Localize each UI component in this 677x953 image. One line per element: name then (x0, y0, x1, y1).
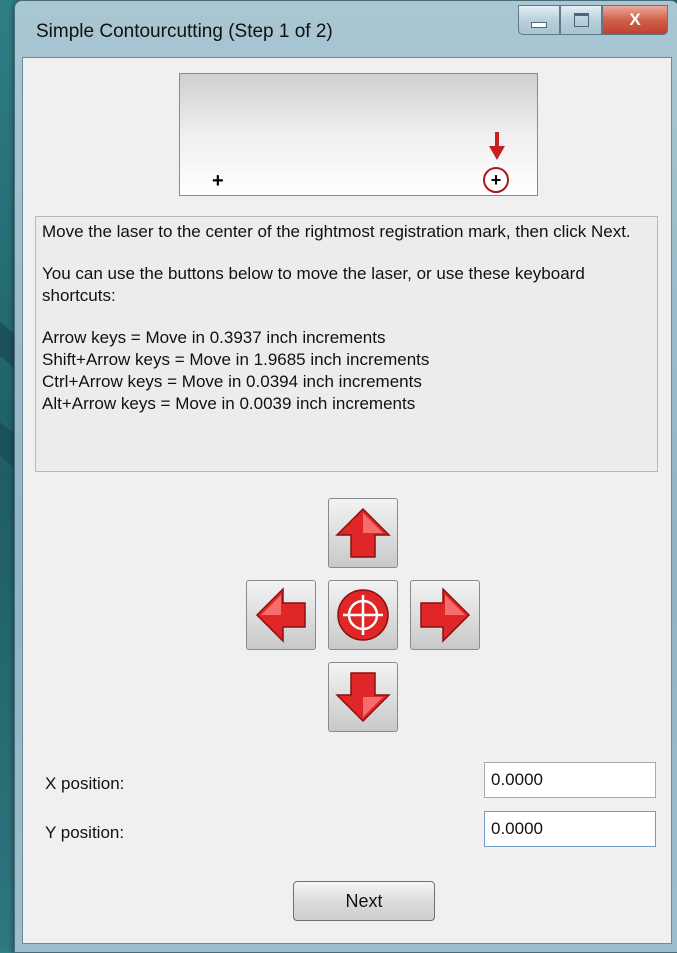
target-indicator-arrow-icon (489, 132, 505, 160)
shortcut-item: Ctrl+Arrow keys = Move in 0.0394 inch in… (42, 372, 422, 391)
shortcut-list: Arrow keys = Move in 0.3937 inch increme… (42, 327, 651, 415)
instruction-text: You can use the buttons below to move th… (42, 264, 585, 305)
registration-preview: + + (179, 73, 538, 196)
arrow-left-icon (255, 587, 306, 643)
window-title: Simple Contourcutting (Step 1 of 2) (36, 21, 333, 42)
shortcut-item: Arrow keys = Move in 0.3937 inch increme… (42, 328, 386, 347)
center-laser-button[interactable] (328, 580, 398, 650)
instruction-text: Move the laser to the center of the righ… (42, 222, 631, 241)
maximize-button[interactable] (560, 5, 602, 35)
arrow-down-icon (335, 672, 391, 723)
move-up-button[interactable] (328, 498, 398, 568)
minimize-icon (531, 21, 547, 28)
close-icon: X (629, 10, 641, 29)
y-position-input[interactable] (484, 811, 656, 847)
arrow-up-icon (335, 507, 391, 558)
maximize-icon (573, 13, 589, 27)
shortcut-item: Shift+Arrow keys = Move in 1.9685 inch i… (42, 350, 430, 369)
window-controls: X (518, 5, 668, 35)
left-registration-mark-icon: + (212, 170, 224, 192)
x-position-label: X position: (45, 774, 125, 793)
x-position-input[interactable] (484, 762, 656, 798)
move-left-button[interactable] (246, 580, 316, 650)
shortcut-item: Alt+Arrow keys = Move in 0.0039 inch inc… (42, 394, 416, 413)
close-button[interactable]: X (602, 5, 668, 35)
arrow-right-icon (420, 587, 471, 643)
title-bar[interactable]: Simple Contourcutting (Step 1 of 2) X (15, 1, 677, 57)
move-right-button[interactable] (410, 580, 480, 650)
move-down-button[interactable] (328, 662, 398, 732)
crosshair-target-icon (337, 589, 389, 641)
minimize-button[interactable] (518, 5, 560, 35)
instructions-panel: Move the laser to the center of the righ… (35, 216, 658, 472)
next-button[interactable]: Next (293, 881, 435, 921)
right-registration-mark-icon: + (483, 167, 509, 193)
y-position-label: Y position: (45, 823, 125, 842)
dialog-window: Simple Contourcutting (Step 1 of 2) X + … (14, 0, 677, 953)
dialog-content: + + Move the laser to the center of the … (22, 57, 672, 944)
